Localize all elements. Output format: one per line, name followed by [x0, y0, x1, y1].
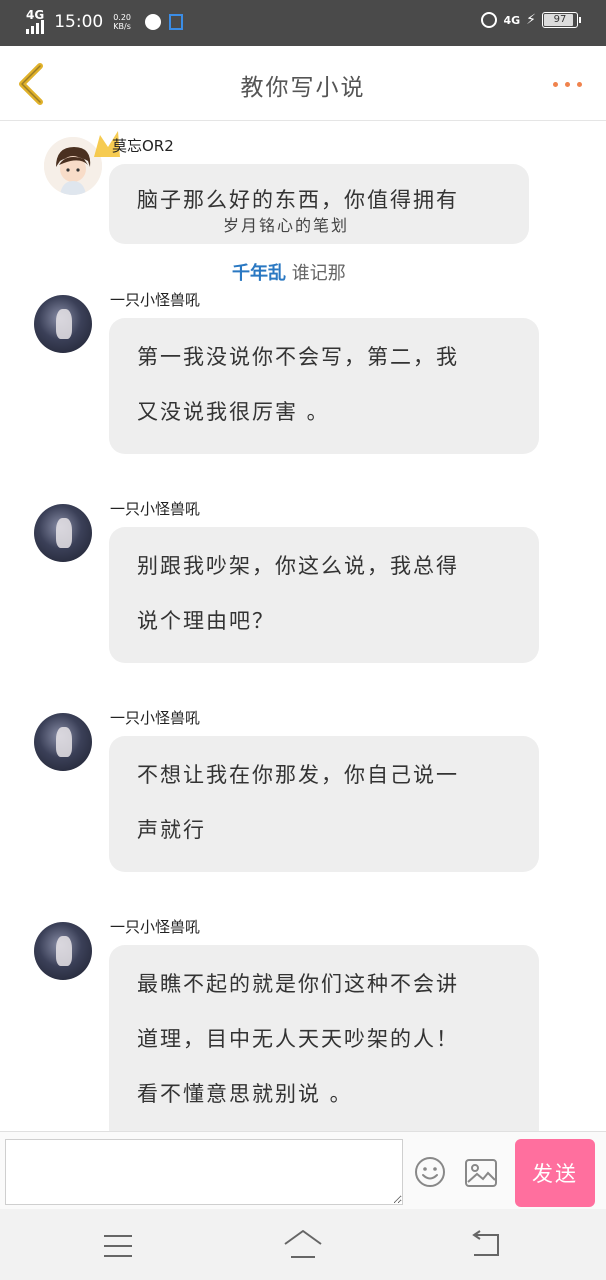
message-bubble[interactable]: 第一我没说你不会写，第二，我 又没说我很厉害 。	[109, 318, 539, 454]
home-icon[interactable]	[282, 1227, 324, 1261]
network-type-right: 4G	[503, 13, 521, 27]
battery-icon: 97	[542, 12, 581, 28]
message-line: 声就行	[137, 818, 206, 842]
emoji-icon[interactable]	[414, 1156, 446, 1188]
avatar[interactable]	[34, 504, 92, 562]
message-input[interactable]	[5, 1139, 403, 1205]
tail-highlight: 千年乱	[232, 263, 286, 284]
alarm-icon	[481, 12, 498, 28]
image-icon[interactable]	[464, 1158, 498, 1188]
message-line: 第一我没说你不会写，第二，我	[137, 345, 459, 369]
network-speed: 0.20 KB/s	[113, 13, 131, 31]
nickname: 一只小怪兽吼	[110, 500, 201, 518]
back-icon[interactable]	[468, 1229, 504, 1259]
clock: 15:00	[54, 12, 104, 32]
message-line: 别跟我吵架，你这么说，我总得	[137, 554, 459, 578]
bubble-signature: 岁月铭心的笔划	[223, 216, 350, 235]
nickname: 一只小怪兽吼	[110, 709, 201, 727]
message-bubble[interactable]: 脑子那么好的东西，你值得拥有 岁月铭心的笔划	[109, 164, 529, 244]
nickname: 莫忘OR2	[112, 137, 174, 155]
send-button[interactable]: 发送	[515, 1139, 595, 1207]
message-line: 道理，目中无人天天吵架的人！	[137, 1027, 459, 1051]
nickname: 一只小怪兽吼	[110, 291, 201, 309]
status-right: 4G ⚡ 97	[481, 12, 581, 28]
network-type: 4G	[26, 8, 45, 22]
charging-icon: ⚡	[526, 12, 536, 28]
speed-value: 0.20	[113, 13, 132, 22]
message-line: 脑子那么好的东西，你值得拥有	[137, 188, 459, 212]
message-line: 看不懂意思就别说 。	[137, 1082, 353, 1106]
menu-icon[interactable]	[100, 1233, 136, 1259]
message-line: 说个理由吧？	[137, 609, 275, 633]
signal-icon	[26, 20, 44, 34]
signal-group: 4G	[26, 8, 45, 34]
avatar[interactable]	[34, 922, 92, 980]
battery-level: 97	[553, 14, 567, 25]
message-bubble[interactable]: 不想让我在你那发，你自己说一 声就行	[109, 736, 539, 872]
notification-file-icon	[169, 14, 184, 30]
nickname: 一只小怪兽吼	[110, 918, 201, 936]
message-line: 不想让我在你那发，你自己说一	[137, 763, 459, 787]
system-nav-bar	[0, 1209, 606, 1280]
page-title: 教你写小说	[240, 75, 366, 101]
notification-app-icon	[145, 14, 162, 30]
input-bar: 发送	[0, 1131, 606, 1210]
tail-text: 谁记那	[291, 263, 346, 284]
chat-list[interactable]: 莫忘OR2 脑子那么好的东西，你值得拥有 岁月铭心的笔划 千年乱 谁记那 一只小…	[0, 121, 606, 1131]
app-header: 教你写小说	[0, 46, 606, 121]
message-line: 最瞧不起的就是你们这种不会讲	[137, 972, 459, 996]
avatar[interactable]	[34, 713, 92, 771]
message-bubble[interactable]: 最瞧不起的就是你们这种不会讲 道理，目中无人天天吵架的人！ 看不懂意思就别说 。	[109, 945, 539, 1131]
message-line: 又没说我很厉害 。	[137, 400, 330, 424]
message-tail: 千年乱 谁记那	[232, 259, 346, 285]
speed-unit: KB/s	[113, 22, 131, 31]
message-bubble[interactable]: 别跟我吵架，你这么说，我总得 说个理由吧？	[109, 527, 539, 663]
more-options-icon[interactable]	[553, 82, 582, 87]
avatar[interactable]	[34, 295, 92, 353]
status-left: 4G 15:00 0.20 KB/s	[26, 8, 184, 34]
status-bar: 4G 15:00 0.20 KB/s 4G ⚡ 97	[0, 0, 606, 46]
